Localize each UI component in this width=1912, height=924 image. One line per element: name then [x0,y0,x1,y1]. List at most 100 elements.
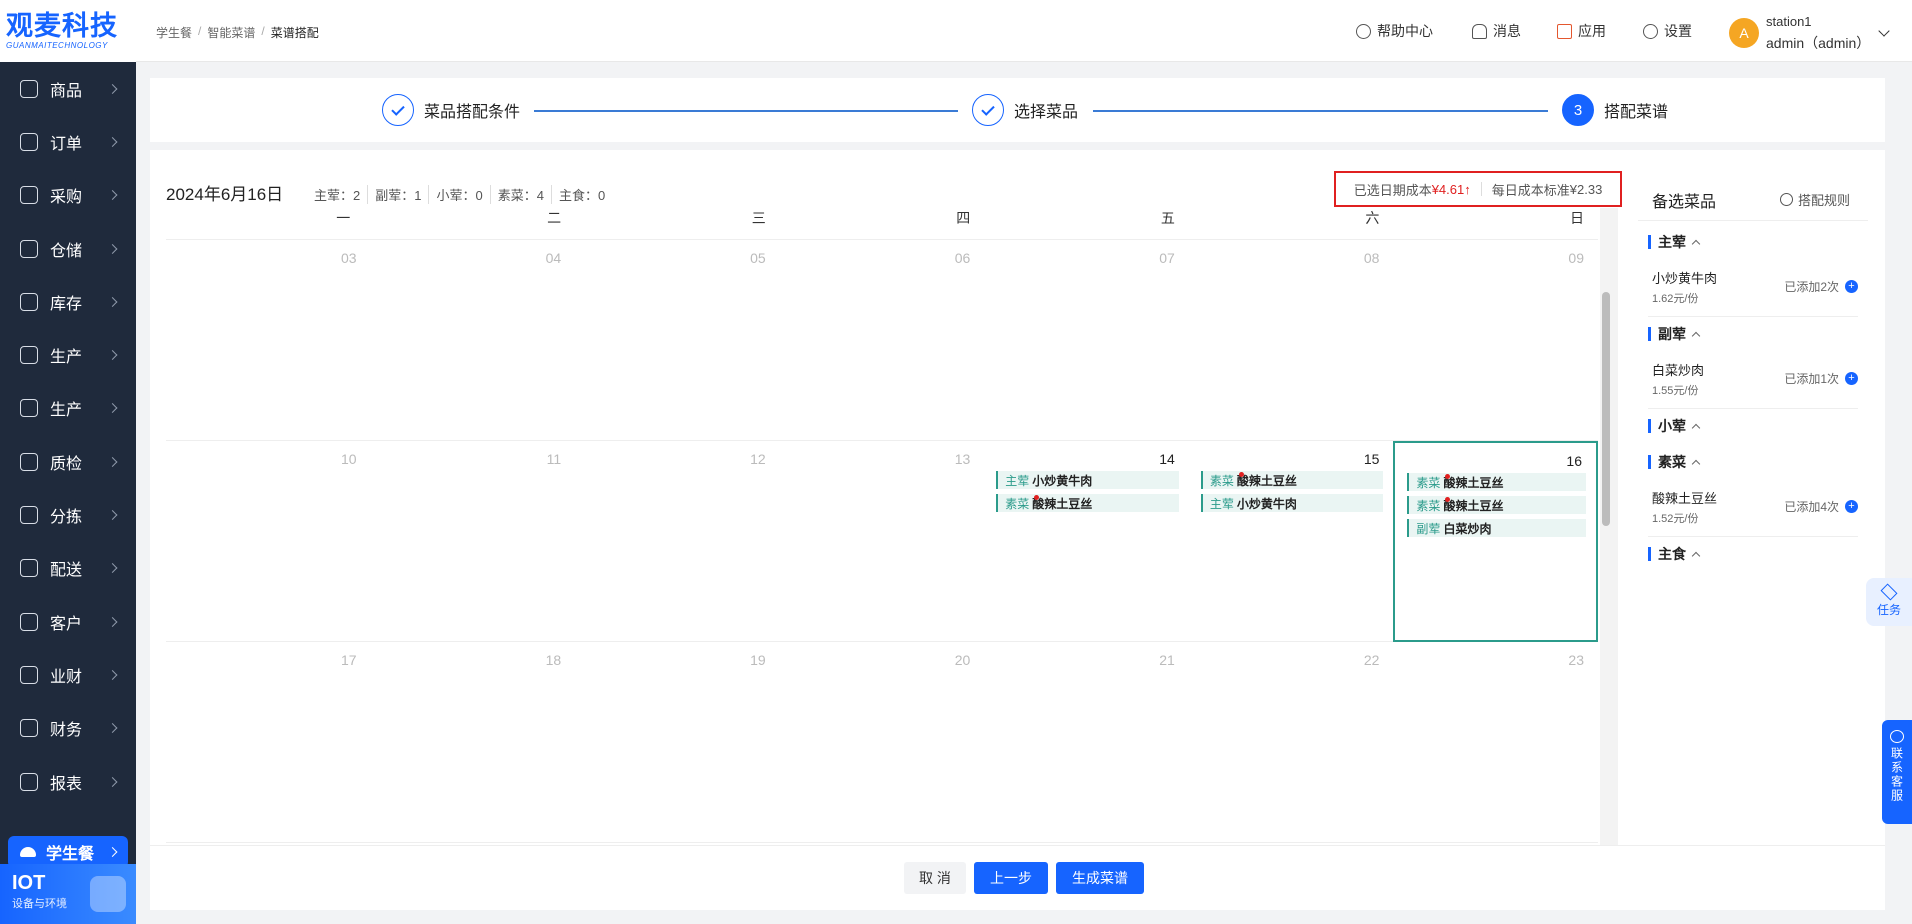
dish-category: 素菜 [1005,496,1030,511]
dish-group-header[interactable]: 主荤 [1648,232,1701,252]
add-dish-control[interactable]: 已添加4次 + [1784,498,1858,515]
plus-icon[interactable]: + [1845,280,1858,293]
task-button[interactable]: 任务 [1866,578,1912,626]
calendar-day-cell[interactable]: 04 [370,240,576,441]
sidebar-item-label: 学生餐 [46,846,95,863]
avatar[interactable]: A [1729,18,1759,48]
calendar-day-cell[interactable]: 09 [1393,240,1598,441]
shield-icon [20,452,38,471]
sidebar-item-10[interactable]: 客户 [0,595,136,648]
iot-banner[interactable]: IOT 设备与环境 [0,864,136,924]
dish-tag[interactable]: 素菜 酸辣土豆丝 [1200,471,1384,489]
plus-icon[interactable]: + [1845,372,1858,385]
scrollbar-thumb[interactable] [1602,292,1610,526]
cancel-button[interactable]: 取 消 [904,862,966,894]
day-dish-list: 主荤 小炒黄牛肉 素菜 酸辣土豆丝 [996,471,1179,512]
candidate-dish-item[interactable]: 白菜炒肉 1.55元/份 已添加1次 + [1652,360,1858,398]
messages-button[interactable]: 消息 [1472,21,1521,41]
calendar-day-cell[interactable]: 06 [779,240,985,441]
user-name[interactable]: admin（admin） [1766,33,1870,53]
chevron-up-icon [1691,239,1701,249]
calendar-day-cell[interactable]: 17 [166,642,371,843]
day-number: 20 [954,652,971,668]
money-icon [20,719,38,738]
apps-button[interactable]: 应用 [1557,21,1606,41]
dish-name: 酸辣土豆丝 [1236,473,1297,488]
sidebar-item-8[interactable]: 分拣 [0,488,136,541]
sidebar-item-2[interactable]: 采购 [0,169,136,222]
sidebar-item-7[interactable]: 质检 [0,435,136,488]
calendar-day-cell[interactable]: 14 主荤 小炒黄牛肉 素菜 酸辣土豆丝 [984,441,1189,642]
calendar-day-cell[interactable]: 15 素菜 酸辣土豆丝 主荤 小炒黄牛肉 [1188,441,1394,642]
dish-group-header[interactable]: 小荤 [1648,416,1701,436]
chevron-right-icon [107,847,118,857]
day-number: 03 [340,250,357,266]
previous-step-button[interactable]: 上一步 [974,862,1048,894]
chevron-right-icon [107,190,118,201]
calendar-day-cell[interactable]: 08 [1188,240,1394,441]
sidebar-item-3[interactable]: 仓储 [0,222,136,275]
selected-cost-label: 已选日期成本 [1353,182,1432,198]
category-counts: 主荤：2 副荤：1 小荤：0 素菜：4 主食：0 [314,185,612,204]
sidebar-item-9[interactable]: 配送 [0,542,136,595]
sidebar-item-5[interactable]: 生产 [0,328,136,381]
sidebar-item-label: 生产 [50,349,83,367]
sidebar-item-0[interactable]: 商品 [0,62,136,115]
help-center-button[interactable]: 帮助中心 [1356,21,1433,41]
calendar-day-cell[interactable]: 05 [575,240,780,441]
chevron-right-icon [107,669,118,680]
step-progress: 菜品搭配条件 选择菜品 3 搭配菜谱 [150,78,1885,142]
generate-menu-button[interactable]: 生成菜谱 [1056,862,1144,894]
plus-icon[interactable]: + [1845,500,1858,513]
sidebar-item-11[interactable]: 业财 [0,648,136,701]
calendar-day-cell[interactable]: 13 [779,441,985,642]
calendar-day-cell[interactable]: 23 [1393,642,1598,843]
calendar-day-cell[interactable]: 16 素菜 酸辣土豆丝 素菜 酸辣土豆丝 副荤 白菜炒肉 [1393,441,1598,642]
add-dish-control[interactable]: 已添加2次 + [1784,278,1858,295]
step-number: 3 [1562,94,1594,126]
calendar-day-cell[interactable]: 07 [984,240,1189,441]
settings-button[interactable]: 设置 [1643,21,1692,41]
day-number: 23 [1568,652,1584,668]
dish-tag[interactable]: 素菜 酸辣土豆丝 [996,494,1179,512]
sidebar-item-13[interactable]: 报表 [0,755,136,808]
sidebar-item-1[interactable]: 订单 [0,115,136,168]
dish-group-header[interactable]: 副荤 [1648,324,1701,344]
sidebar-item-4[interactable]: 库存 [0,275,136,328]
dish-tag[interactable]: 主荤 小炒黄牛肉 [1200,494,1384,512]
calendar-day-cell[interactable]: 19 [575,642,780,843]
calendar-day-cell[interactable]: 03 [166,240,371,441]
chevron-right-icon [107,510,118,520]
group-marker [1648,235,1651,249]
calendar-day-cell[interactable]: 11 [370,441,576,642]
add-dish-control[interactable]: 已添加1次 + [1784,370,1858,387]
calendar-day-cell[interactable]: 21 [984,642,1189,843]
group-name: 主荤 [1658,234,1686,250]
matching-rules-button[interactable]: 搭配规则 [1780,190,1850,209]
dish-tag[interactable]: 素菜 酸辣土豆丝 [1407,496,1586,514]
dish-group-header[interactable]: 素菜 [1648,452,1701,472]
dish-group-header[interactable]: 主食 [1648,544,1701,564]
dish-tag[interactable]: 素菜 酸辣土豆丝 [1407,473,1586,491]
breadcrumb-item[interactable]: 智能菜谱 [207,24,255,41]
dish-tag[interactable]: 主荤 小炒黄牛肉 [996,471,1179,489]
calendar-day-cell[interactable]: 10 [166,441,371,642]
day-number: 04 [545,250,562,266]
count-small-meat: 小荤：0 [428,185,489,204]
sidebar-item-6[interactable]: 生产 [0,382,136,435]
breadcrumb-separator: / [261,24,265,38]
question-icon [1780,193,1793,206]
sidebar-item-12[interactable]: 财务 [0,702,136,755]
candidate-dish-item[interactable]: 小炒黄牛肉 1.62元/份 已添加2次 + [1652,268,1858,306]
dish-tag[interactable]: 副荤 白菜炒肉 [1407,519,1586,537]
logo[interactable]: 观麦科技 GUANMAITECHNOLOGY [0,0,136,62]
breadcrumb-item[interactable]: 学生餐 [156,24,192,41]
calendar-day-cell[interactable]: 18 [370,642,576,843]
calendar-day-cell[interactable]: 12 [575,441,780,642]
calendar-day-cell[interactable]: 22 [1188,642,1394,843]
user-station[interactable]: station1 [1766,14,1812,29]
contact-service-button[interactable]: 联系客服 [1882,720,1912,824]
candidate-dish-item[interactable]: 酸辣土豆丝 1.52元/份 已添加4次 + [1652,488,1858,526]
calendar-day-cell[interactable]: 20 [779,642,985,843]
dish-category: 副荤 [1416,521,1441,536]
